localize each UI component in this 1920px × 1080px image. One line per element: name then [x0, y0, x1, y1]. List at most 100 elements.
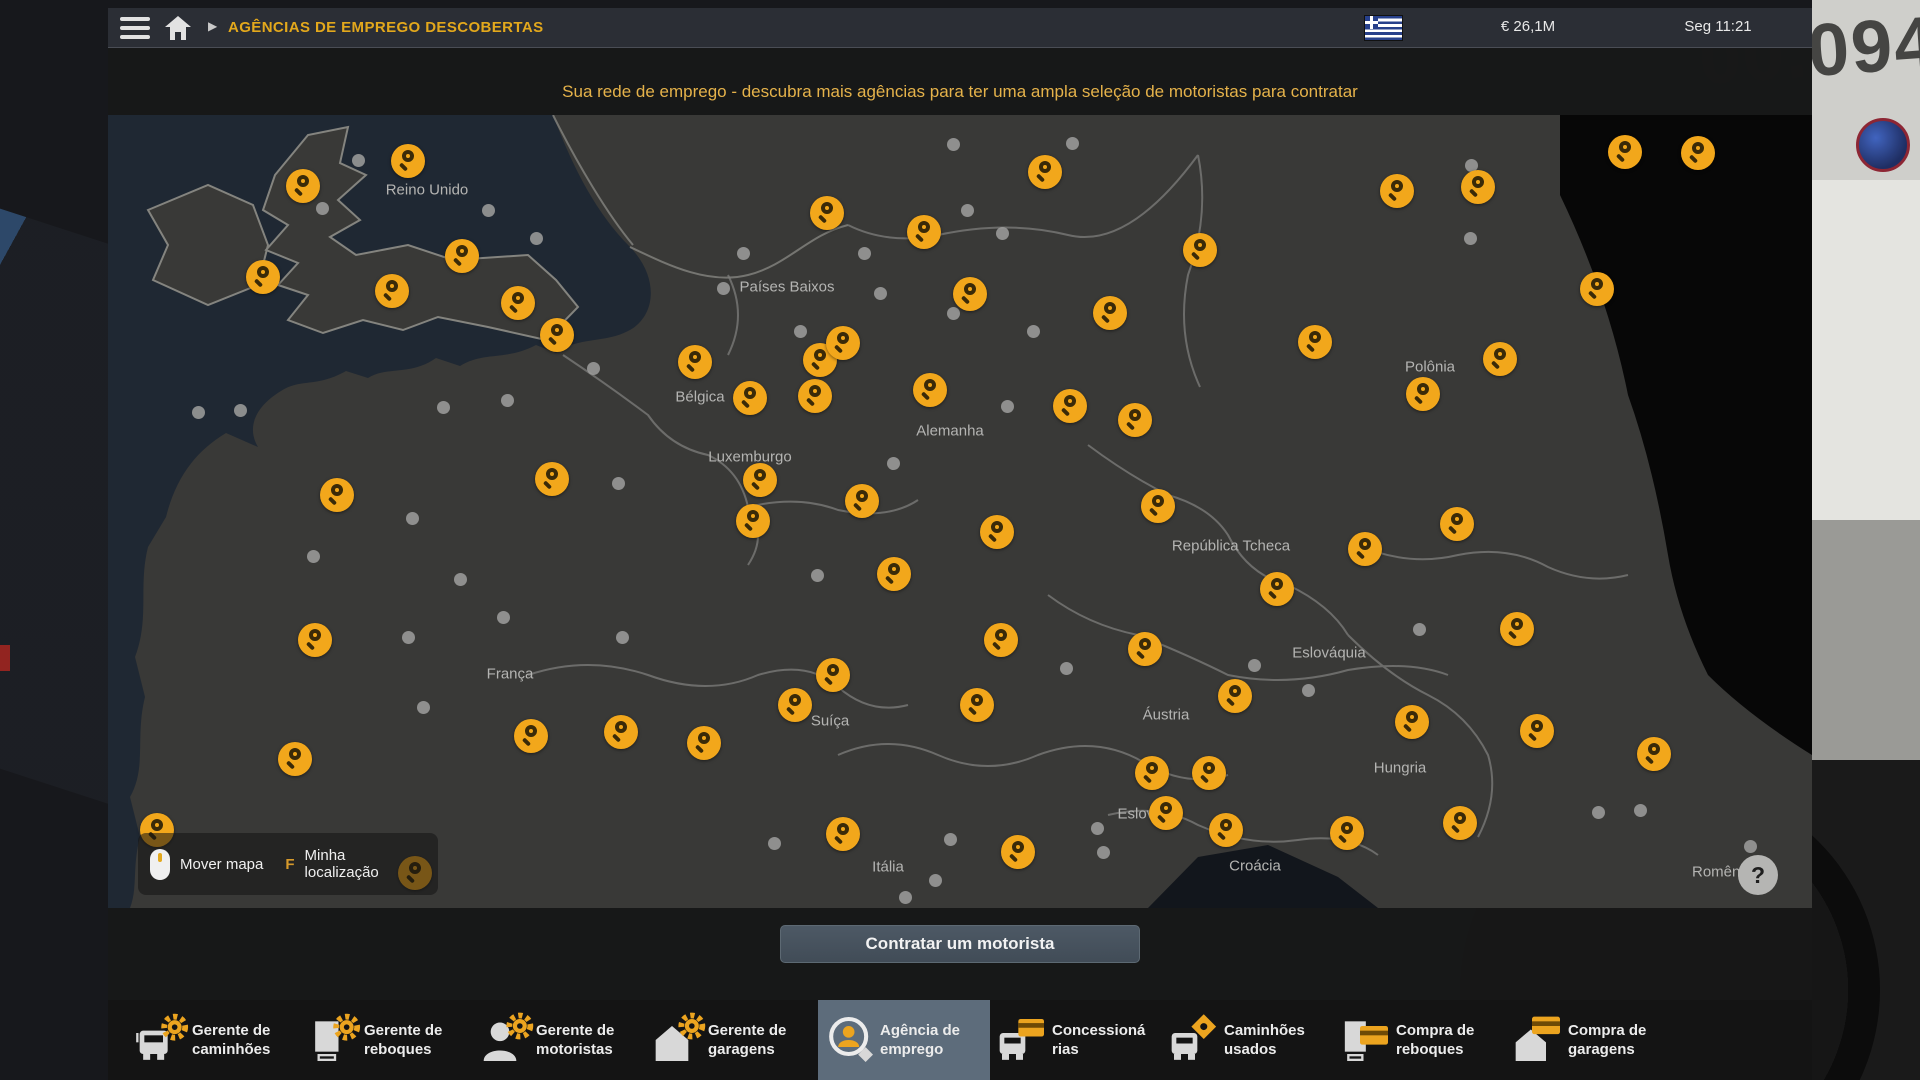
agency-pin[interactable] [1637, 737, 1671, 771]
agency-pin[interactable] [1192, 756, 1226, 790]
tab-garage-purchase[interactable]: Compra degaragens [1506, 1000, 1678, 1080]
magnifier-icon [744, 387, 756, 399]
agency-pin[interactable] [298, 623, 332, 657]
agency-pin[interactable] [1330, 816, 1364, 850]
country-label: Polônia [1405, 359, 1455, 376]
agency-pin[interactable] [1348, 532, 1382, 566]
agency-pin[interactable] [953, 277, 987, 311]
magnifier-icon [386, 280, 398, 292]
agency-pin[interactable] [810, 196, 844, 230]
agency-pin[interactable] [1461, 170, 1495, 204]
agency-pin[interactable] [1395, 705, 1429, 739]
menu-icon[interactable] [120, 17, 150, 39]
agency-pin[interactable] [391, 144, 425, 178]
agency-pin[interactable] [1128, 632, 1162, 666]
agency-pin[interactable] [1218, 679, 1252, 713]
agency-pin[interactable] [540, 318, 574, 352]
agency-pin[interactable] [1608, 135, 1642, 169]
agency-pin[interactable] [678, 345, 712, 379]
agency-pin[interactable] [1681, 136, 1715, 170]
undiscovered-city-dot [947, 307, 960, 320]
help-button[interactable]: ? [1738, 855, 1778, 895]
map-canvas[interactable]: Reino UnidoPaíses BaixosBélgicaLuxemburg… [108, 115, 1812, 908]
agency-pin[interactable] [960, 688, 994, 722]
agency-pin[interactable] [1028, 155, 1062, 189]
job-agency-icon [822, 1012, 880, 1068]
agency-pin[interactable] [984, 623, 1018, 657]
agency-pin[interactable] [733, 381, 767, 415]
magnifier-icon [995, 629, 1007, 641]
agency-pin[interactable] [826, 326, 860, 360]
tab-truck-manager[interactable]: Gerente decaminhões [130, 1000, 302, 1080]
agency-pin[interactable] [826, 817, 860, 851]
magnifier-icon [1341, 822, 1353, 834]
tab-driver-manager[interactable]: Gerente demotoristas [474, 1000, 646, 1080]
home-icon[interactable] [164, 15, 192, 41]
agency-pin[interactable] [845, 484, 879, 518]
agency-pin[interactable] [736, 504, 770, 538]
agency-pin[interactable] [1520, 714, 1554, 748]
agency-pin[interactable] [816, 658, 850, 692]
tab-dealerships[interactable]: Concessionárias [990, 1000, 1162, 1080]
magnifier-icon [1194, 239, 1206, 251]
tab-used-trucks[interactable]: Caminhõesusados [1162, 1000, 1334, 1080]
agency-pin[interactable] [604, 715, 638, 749]
game-time: Seg 11:21 [1648, 18, 1788, 35]
agency-pin[interactable] [320, 478, 354, 512]
agency-pin[interactable] [278, 742, 312, 776]
magnifier-icon [1619, 141, 1631, 153]
agency-pin[interactable] [1209, 813, 1243, 847]
agency-pin[interactable] [1298, 325, 1332, 359]
agency-pin[interactable] [1093, 296, 1127, 330]
agency-pin[interactable] [1580, 272, 1614, 306]
garage-gear-icon [650, 1012, 708, 1068]
agency-pin[interactable] [743, 463, 777, 497]
agency-pin[interactable] [1135, 756, 1169, 790]
agency-pin[interactable] [1183, 233, 1217, 267]
undiscovered-city-dot [794, 325, 807, 338]
agency-pin[interactable] [1149, 796, 1183, 830]
agency-pin[interactable] [1443, 806, 1477, 840]
country-label: França [487, 666, 534, 683]
agency-pin[interactable] [980, 515, 1014, 549]
background-truck-stripe [0, 196, 110, 805]
agency-pin[interactable] [445, 239, 479, 273]
mouse-icon [150, 849, 170, 880]
magnifier-icon [546, 468, 558, 480]
magnifier-icon [1454, 812, 1466, 824]
agency-pin[interactable] [375, 274, 409, 308]
tab-trailer-purchase[interactable]: Compra dereboques [1334, 1000, 1506, 1080]
agency-pin[interactable] [1001, 835, 1035, 869]
agency-pin[interactable] [778, 688, 812, 722]
agency-pin[interactable] [798, 379, 832, 413]
agency-pin[interactable] [1380, 174, 1414, 208]
agency-pin[interactable] [1053, 389, 1087, 423]
agency-pin[interactable] [1440, 507, 1474, 541]
agency-pin[interactable] [1483, 342, 1517, 376]
trailer-purchase-icon [1338, 1012, 1396, 1068]
agency-pin[interactable] [1118, 403, 1152, 437]
agency-pin[interactable] [687, 726, 721, 760]
tab-trailer-manager[interactable]: Gerente dereboques [302, 1000, 474, 1080]
undiscovered-city-dot [352, 154, 365, 167]
agency-pin[interactable] [1500, 612, 1534, 646]
agency-pin[interactable] [877, 557, 911, 591]
agency-pin[interactable] [501, 286, 535, 320]
agency-pin[interactable] [913, 373, 947, 407]
agency-pin[interactable] [907, 215, 941, 249]
agency-pin[interactable] [246, 260, 280, 294]
agency-pin[interactable] [1406, 377, 1440, 411]
tab-garage-manager[interactable]: Gerente degaragens [646, 1000, 818, 1080]
bottom-toolbar: Gerente decaminhões Gerente dereboques [108, 1000, 1812, 1080]
agency-pin[interactable] [1141, 489, 1175, 523]
agency-pin[interactable] [514, 719, 548, 753]
agency-pin[interactable] [1260, 572, 1294, 606]
tab-job-agency[interactable]: Agência deemprego [818, 1000, 990, 1080]
greece-flag-icon[interactable] [1365, 16, 1402, 40]
agency-pin[interactable] [286, 169, 320, 203]
agency-pin[interactable] [535, 462, 569, 496]
undiscovered-city-dot [406, 512, 419, 525]
tab-label: rias [1052, 1040, 1145, 1059]
undiscovered-city-dot [1413, 623, 1426, 636]
hire-driver-button[interactable]: Contratar um motorista [780, 925, 1140, 963]
